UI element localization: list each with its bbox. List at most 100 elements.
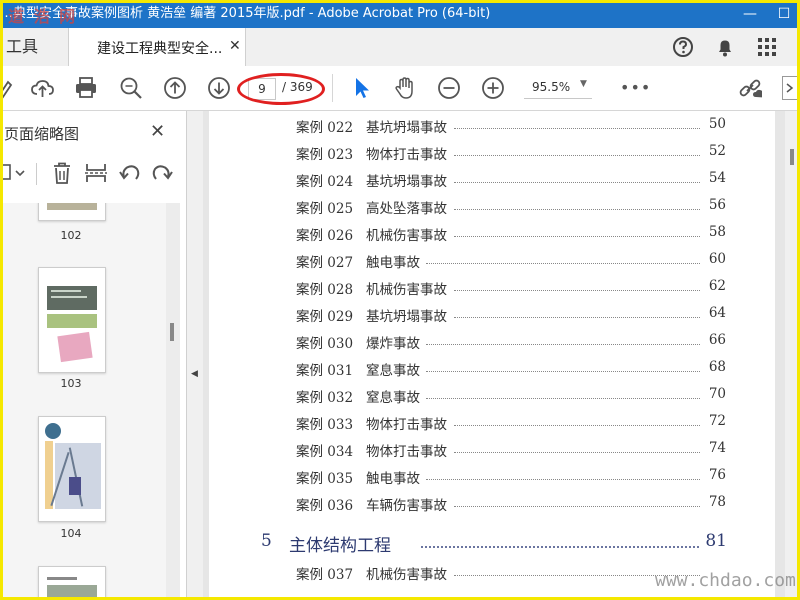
extract-pages-icon[interactable] xyxy=(84,161,108,185)
toc-case-number: 案例 025 xyxy=(296,201,354,217)
panel-close-icon[interactable]: ✕ xyxy=(150,121,165,142)
toc-page-number: 64 xyxy=(708,305,726,321)
toc-entry[interactable]: 案例 024 基坑坍塌事故 54 xyxy=(296,170,726,190)
thumbnail-page-next[interactable] xyxy=(38,566,106,600)
toc-page-number: 60 xyxy=(708,251,726,267)
toc-title: 物体打击事故 xyxy=(366,417,447,433)
scrollbar-handle[interactable] xyxy=(790,149,794,165)
help-icon[interactable] xyxy=(672,36,694,58)
collapse-panel-strip[interactable]: ◀ xyxy=(187,111,203,600)
zoom-out-icon[interactable] xyxy=(437,76,461,100)
toc-page-number: 56 xyxy=(708,197,726,213)
rotate-right-icon[interactable] xyxy=(150,161,174,185)
toc-case-number: 案例 022 xyxy=(296,120,354,136)
toc-entry[interactable]: 案例 031 窒息事故 68 xyxy=(296,359,726,379)
thumbnail-page-104[interactable] xyxy=(38,416,106,522)
thumbnail-options-icon[interactable] xyxy=(0,161,30,185)
toc-page-number: 74 xyxy=(708,440,726,456)
tab-document[interactable]: 建设工程典型安全... ✕ xyxy=(68,28,246,67)
toc-entry[interactable]: 案例 036 车辆伤害事故 78 xyxy=(296,494,726,514)
toc-case-number: 案例 027 xyxy=(296,255,354,271)
previous-page-icon[interactable] xyxy=(163,76,187,100)
toc-case-number: 案例 030 xyxy=(296,336,354,352)
toc-chapter-heading[interactable]: 5 主体结构工程 81 xyxy=(261,531,727,556)
toc-leader-dots xyxy=(454,128,700,129)
tab-tools[interactable]: 工具 xyxy=(0,28,66,66)
toc-title: 物体打击事故 xyxy=(366,444,447,460)
toc-entry[interactable]: 案例 032 窒息事故 70 xyxy=(296,386,726,406)
toc-case-number: 案例 035 xyxy=(296,471,354,487)
toc-case-number: 案例 034 xyxy=(296,444,354,460)
print-icon[interactable] xyxy=(74,76,98,100)
thumbnails-scrollbar[interactable] xyxy=(166,203,180,600)
toc-title: 机械伤害事故 xyxy=(366,282,447,298)
toc-entry[interactable]: 案例 034 物体打击事故 74 xyxy=(296,440,726,460)
collapse-left-icon[interactable]: ◀ xyxy=(191,369,198,379)
toc-title: 基坑坍塌事故 xyxy=(366,120,447,136)
thumbnails-list: 102 103 104 xyxy=(0,203,166,600)
toc-title: 触电事故 xyxy=(366,255,420,271)
toc-entry[interactable]: 案例 026 机械伤害事故 58 xyxy=(296,224,726,244)
thumbnail-label: 102 xyxy=(60,229,82,242)
tab-close-icon[interactable]: ✕ xyxy=(229,38,241,54)
red-highlight-ellipse xyxy=(237,73,325,105)
watermark-top: 道 浩 网 xyxy=(8,7,78,26)
zoom-search-icon[interactable] xyxy=(119,76,143,100)
zoom-in-icon[interactable] xyxy=(481,76,505,100)
rotate-left-icon[interactable] xyxy=(118,161,142,185)
toc-title: 机械伤害事故 xyxy=(366,567,447,583)
toc-entry[interactable]: 案例 029 基坑坍塌事故 64 xyxy=(296,305,726,325)
toc-page-number: 68 xyxy=(708,359,726,375)
toc-entry[interactable]: 案例 028 机械伤害事故 62 xyxy=(296,278,726,298)
chapter-page-number: 81 xyxy=(705,531,727,551)
toc-title: 爆炸事故 xyxy=(366,336,420,352)
toc-leader-dots xyxy=(454,155,700,156)
share-link-icon[interactable] xyxy=(738,76,762,100)
scrollbar-handle[interactable] xyxy=(170,323,174,341)
panel-toolbar xyxy=(0,157,186,191)
toc-leader-dots xyxy=(426,371,700,372)
thumbnail-page-103[interactable] xyxy=(38,267,106,373)
toc-case-number: 案例 028 xyxy=(296,282,354,298)
zoom-level-select[interactable]: 95.5% ▼ xyxy=(524,79,592,99)
toc-leader-dots xyxy=(426,263,700,264)
toc-title: 基坑坍塌事故 xyxy=(366,174,447,190)
toc-entry[interactable]: 案例 027 触电事故 60 xyxy=(296,251,726,271)
notification-bell-icon[interactable] xyxy=(714,36,736,58)
chapter-title: 主体结构工程 xyxy=(289,536,391,556)
toc-leader-dots xyxy=(454,182,700,183)
maximize-button[interactable]: ☐ xyxy=(762,0,800,28)
toc-title: 窒息事故 xyxy=(366,390,420,406)
more-tools-icon[interactable]: ••• xyxy=(620,78,651,97)
toc-entry[interactable]: 案例 033 物体打击事故 72 xyxy=(296,413,726,433)
panel-title: 页面缩略图 xyxy=(4,125,80,143)
expand-pane-button[interactable] xyxy=(782,76,800,100)
toc-case-number: 案例 024 xyxy=(296,174,354,190)
document-view[interactable]: 案例 022 基坑坍塌事故 50 案例 023 物体打击事故 52 案例 024 基坑坍塌事故… xyxy=(203,111,785,600)
toc-leader-dots xyxy=(454,236,700,237)
thumbnail-label: 103 xyxy=(60,377,82,390)
toc-entry[interactable]: 案例 035 触电事故 76 xyxy=(296,467,726,487)
delete-trash-icon[interactable] xyxy=(50,161,74,185)
select-pointer-icon[interactable] xyxy=(350,76,374,100)
apps-grid-icon[interactable] xyxy=(756,36,778,58)
toc-leader-dots xyxy=(421,546,699,548)
toc-entry[interactable]: 案例 030 爆炸事故 66 xyxy=(296,332,726,352)
next-page-icon[interactable] xyxy=(207,76,231,100)
panel-tools-divider xyxy=(36,163,37,185)
upload-cloud-icon[interactable] xyxy=(30,76,54,100)
toc-entry[interactable]: 案例 022 基坑坍塌事故 50 xyxy=(296,116,726,136)
toc-entry[interactable]: 案例 023 物体打击事故 52 xyxy=(296,143,726,163)
toc-entry[interactable]: 案例 025 高处坠落事故 56 xyxy=(296,197,726,217)
hand-tool-icon[interactable] xyxy=(393,76,417,100)
document-scrollbar[interactable] xyxy=(785,111,800,600)
toc-title: 物体打击事故 xyxy=(366,147,447,163)
toc-case-number: 案例 026 xyxy=(296,228,354,244)
toc-title: 触电事故 xyxy=(366,471,420,487)
edit-icon[interactable] xyxy=(0,76,24,100)
toc-case-number: 案例 032 xyxy=(296,390,354,406)
thumbnail-page-102[interactable] xyxy=(38,203,106,221)
toc-page-number: 62 xyxy=(708,278,726,294)
toc-page-number: 52 xyxy=(708,143,726,159)
toc-case-number: 案例 037 xyxy=(296,567,354,583)
